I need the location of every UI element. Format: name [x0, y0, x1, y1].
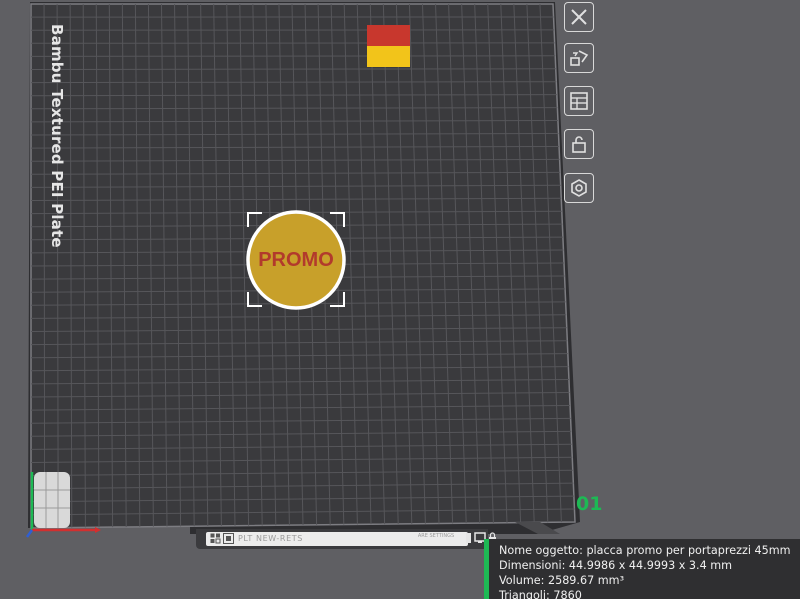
- promo-object[interactable]: PROMO: [246, 210, 346, 310]
- lock-icon: [572, 136, 586, 153]
- plate-name-bar: PLT NEW-RETS ARE SETTINGS: [196, 529, 488, 549]
- layout-icon: [570, 92, 588, 110]
- filament-swatch: [367, 25, 410, 67]
- info-row-dimensions: Dimensioni: 44.9986 x 44.9993 x 3.4 mm: [499, 558, 800, 573]
- orient-icon[interactable]: [223, 533, 234, 544]
- lock-button[interactable]: [564, 129, 594, 159]
- plate-name-text: PLT NEW-RETS: [238, 534, 303, 543]
- info-dim-label: Dimensioni:: [499, 559, 566, 572]
- swap-plate-button[interactable]: [564, 43, 594, 73]
- object-info-panel: Nome oggetto: placca promo per portaprez…: [484, 539, 800, 599]
- plate-type-label: Bambu Textured PEI Plate: [48, 24, 66, 248]
- plate-settings-text: ARE SETTINGS: [417, 533, 455, 539]
- plate-name-box[interactable]: PLT NEW-RETS ARE SETTINGS: [206, 532, 468, 546]
- build-plate[interactable]: PROMO: [0, 0, 800, 599]
- close-button[interactable]: [564, 2, 594, 32]
- plate-number: 01: [576, 493, 603, 515]
- info-dim-value: 44.9986 x 44.9993 x 3.4 mm: [568, 559, 733, 572]
- plate-settings-button[interactable]: [564, 173, 594, 203]
- info-vol-label: Volume:: [499, 574, 545, 587]
- arrange-icon[interactable]: [210, 533, 221, 544]
- info-name-value: placca promo per portaprezzi 45mm: [586, 544, 791, 557]
- info-tri-label: Triangoli:: [499, 589, 550, 599]
- info-row-triangles: Triangoli: 7860: [499, 588, 800, 599]
- info-tri-value: 7860: [553, 589, 582, 599]
- origin-corner: [34, 472, 70, 528]
- layout-button[interactable]: [564, 86, 594, 116]
- swap-plate-icon: [570, 50, 589, 66]
- filament-icon: [466, 533, 471, 543]
- info-row-volume: Volume: 2589.67 mm³: [499, 573, 800, 588]
- info-name-label: Nome oggetto:: [499, 544, 583, 557]
- settings-icon: [571, 179, 587, 197]
- close-icon: [571, 9, 587, 25]
- object-label: PROMO: [258, 249, 334, 271]
- info-vol-value: 2589.67 mm³: [547, 574, 625, 587]
- info-row-name: Nome oggetto: placca promo per portaprez…: [499, 543, 800, 558]
